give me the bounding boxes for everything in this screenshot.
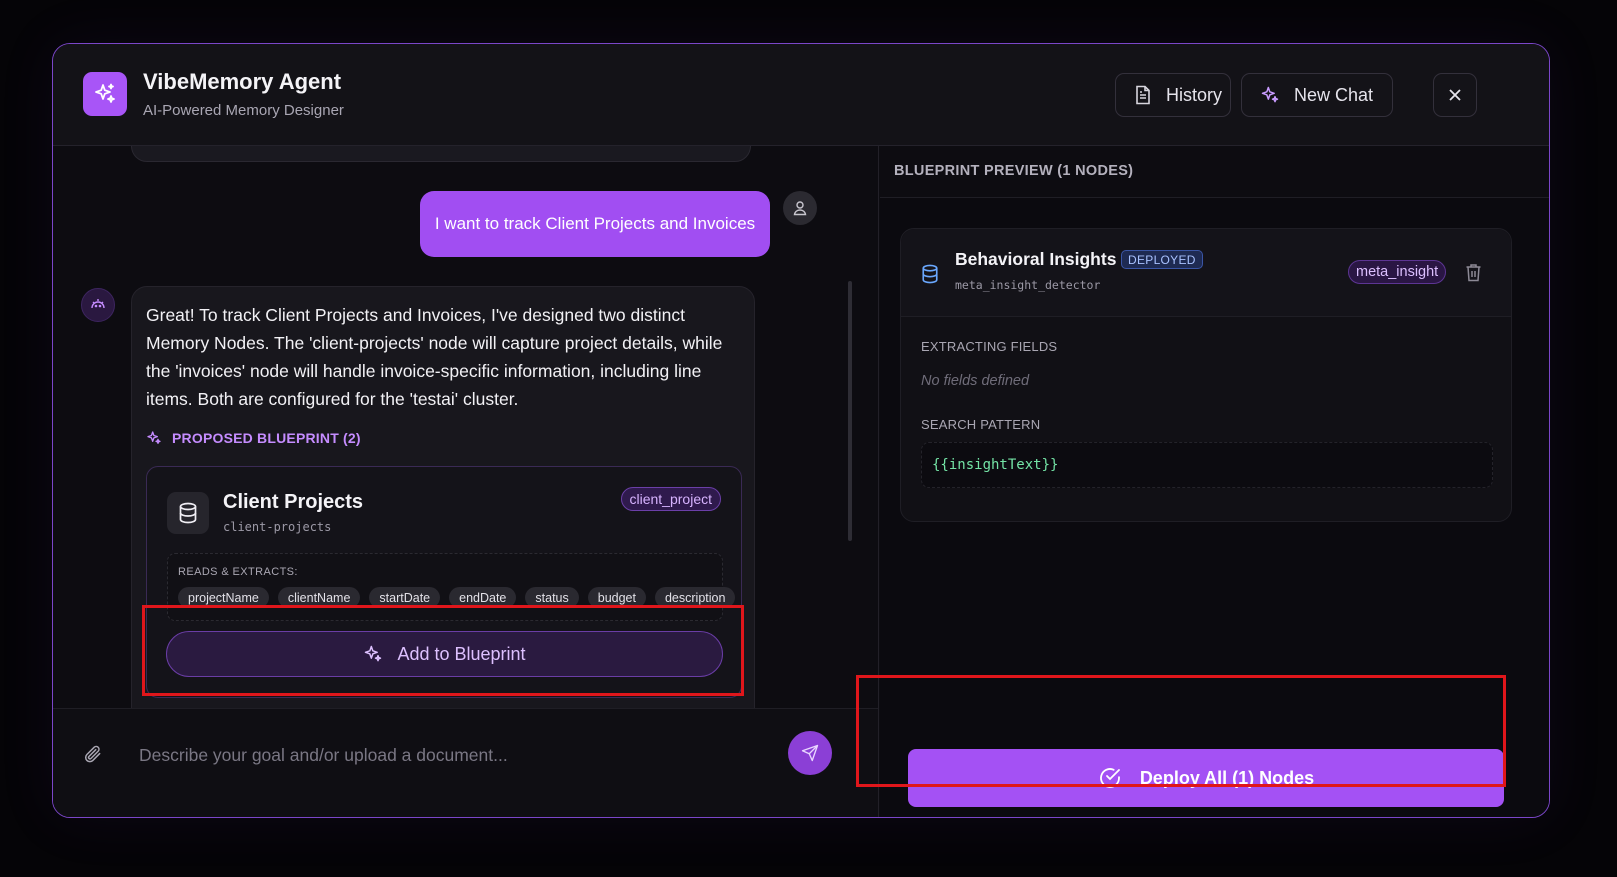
sparkles-icon xyxy=(1261,86,1279,103)
sparkles-icon xyxy=(147,431,161,444)
chat-input-bar xyxy=(53,708,878,817)
assistant-message-text: Great! To track Client Projects and Invo… xyxy=(146,305,723,409)
modal-header: VibeMemory Agent AI-Powered Memory Desig… xyxy=(53,44,1549,146)
search-pattern-box: {{insightText}} xyxy=(921,442,1493,488)
node-title: Behavioral Insights xyxy=(955,249,1117,269)
chat-panel: I want to track Client Projects and Invo… xyxy=(53,146,879,817)
deploy-all-label: Deploy All (1) Nodes xyxy=(1139,767,1315,788)
user-avatar xyxy=(783,191,817,225)
proposed-node-tag: client_project xyxy=(620,487,721,511)
close-icon xyxy=(1449,89,1461,101)
memory-agent-modal: VibeMemory Agent AI-Powered Memory Desig… xyxy=(52,43,1550,818)
field-chip: endDate xyxy=(449,587,517,608)
bot-icon xyxy=(91,299,105,309)
add-to-blueprint-button[interactable]: Add to Blueprint xyxy=(166,631,723,677)
proposed-blueprint-heading: PROPOSED BLUEPRINT (2) xyxy=(146,430,361,446)
field-chip: projectName xyxy=(178,587,269,608)
app-subtitle: AI-Powered Memory Designer xyxy=(143,102,344,119)
send-icon xyxy=(801,744,819,762)
send-button[interactable] xyxy=(788,731,832,775)
delete-node-button[interactable] xyxy=(1465,263,1482,287)
chat-input[interactable] xyxy=(139,734,779,776)
chat-scrollbar[interactable] xyxy=(848,281,852,541)
previous-message-bubble xyxy=(131,146,751,162)
proposed-node-slug: client-projects xyxy=(223,520,332,534)
trash-icon xyxy=(1466,264,1481,282)
blueprint-node-card: Behavioral Insights DEPLOYED meta_insigh… xyxy=(900,228,1512,522)
new-chat-button[interactable]: New Chat xyxy=(1241,73,1393,117)
extracting-fields-label: EXTRACTING FIELDS xyxy=(921,339,1058,354)
new-chat-label: New Chat xyxy=(1294,84,1374,105)
field-chip: status xyxy=(525,587,579,608)
extract-fields-box: READS & EXTRACTS: projectName clientName… xyxy=(167,553,736,621)
attach-button[interactable] xyxy=(83,744,103,769)
history-button[interactable]: History xyxy=(1115,73,1231,117)
sparkles-logo-icon xyxy=(83,72,127,116)
blueprint-panel: BLUEPRINT PREVIEW (1 NODES) Behavioral I… xyxy=(880,146,1549,817)
extract-label: READS & EXTRACTS: xyxy=(178,566,298,578)
check-circle-icon xyxy=(1099,768,1120,788)
blueprint-header: BLUEPRINT PREVIEW (1 NODES) xyxy=(880,146,1549,198)
app-title: VibeMemory Agent xyxy=(143,69,342,94)
sparkles-icon xyxy=(365,645,382,662)
proposed-node-title: Client Projects xyxy=(223,491,364,513)
add-to-blueprint-label: Add to Blueprint xyxy=(397,643,526,664)
proposed-node-card: Client Projects client-projects client_p… xyxy=(146,466,742,698)
field-chip: clientName xyxy=(277,587,361,608)
assistant-avatar xyxy=(81,288,115,322)
database-icon xyxy=(921,264,939,289)
no-fields-text: No fields defined xyxy=(921,373,1030,389)
user-icon xyxy=(793,201,807,216)
search-pattern-label: SEARCH PATTERN xyxy=(921,417,1041,432)
search-pattern-value: {{insightText}} xyxy=(932,457,1059,473)
field-chip: startDate xyxy=(369,587,441,608)
deployed-badge: DEPLOYED xyxy=(1121,250,1203,269)
document-icon xyxy=(1136,85,1150,105)
field-chip: budget xyxy=(587,587,646,608)
proposed-blueprint-label: PROPOSED BLUEPRINT (2) xyxy=(172,430,361,446)
paperclip-icon xyxy=(84,745,101,763)
field-chips: projectName clientName startDate endDate… xyxy=(178,587,736,608)
database-icon xyxy=(167,492,209,534)
node-card-header: Behavioral Insights DEPLOYED meta_insigh… xyxy=(901,229,1511,317)
blueprint-title: BLUEPRINT PREVIEW (1 NODES) xyxy=(894,163,1134,179)
field-chip: description xyxy=(654,587,736,608)
deploy-all-button[interactable]: Deploy All (1) Nodes xyxy=(908,749,1504,807)
close-button[interactable] xyxy=(1433,73,1477,117)
node-tag: meta_insight xyxy=(1348,260,1447,284)
user-message: I want to track Client Projects and Invo… xyxy=(420,191,770,257)
node-slug: meta_insight_detector xyxy=(955,278,1101,292)
history-label: History xyxy=(1166,84,1223,105)
